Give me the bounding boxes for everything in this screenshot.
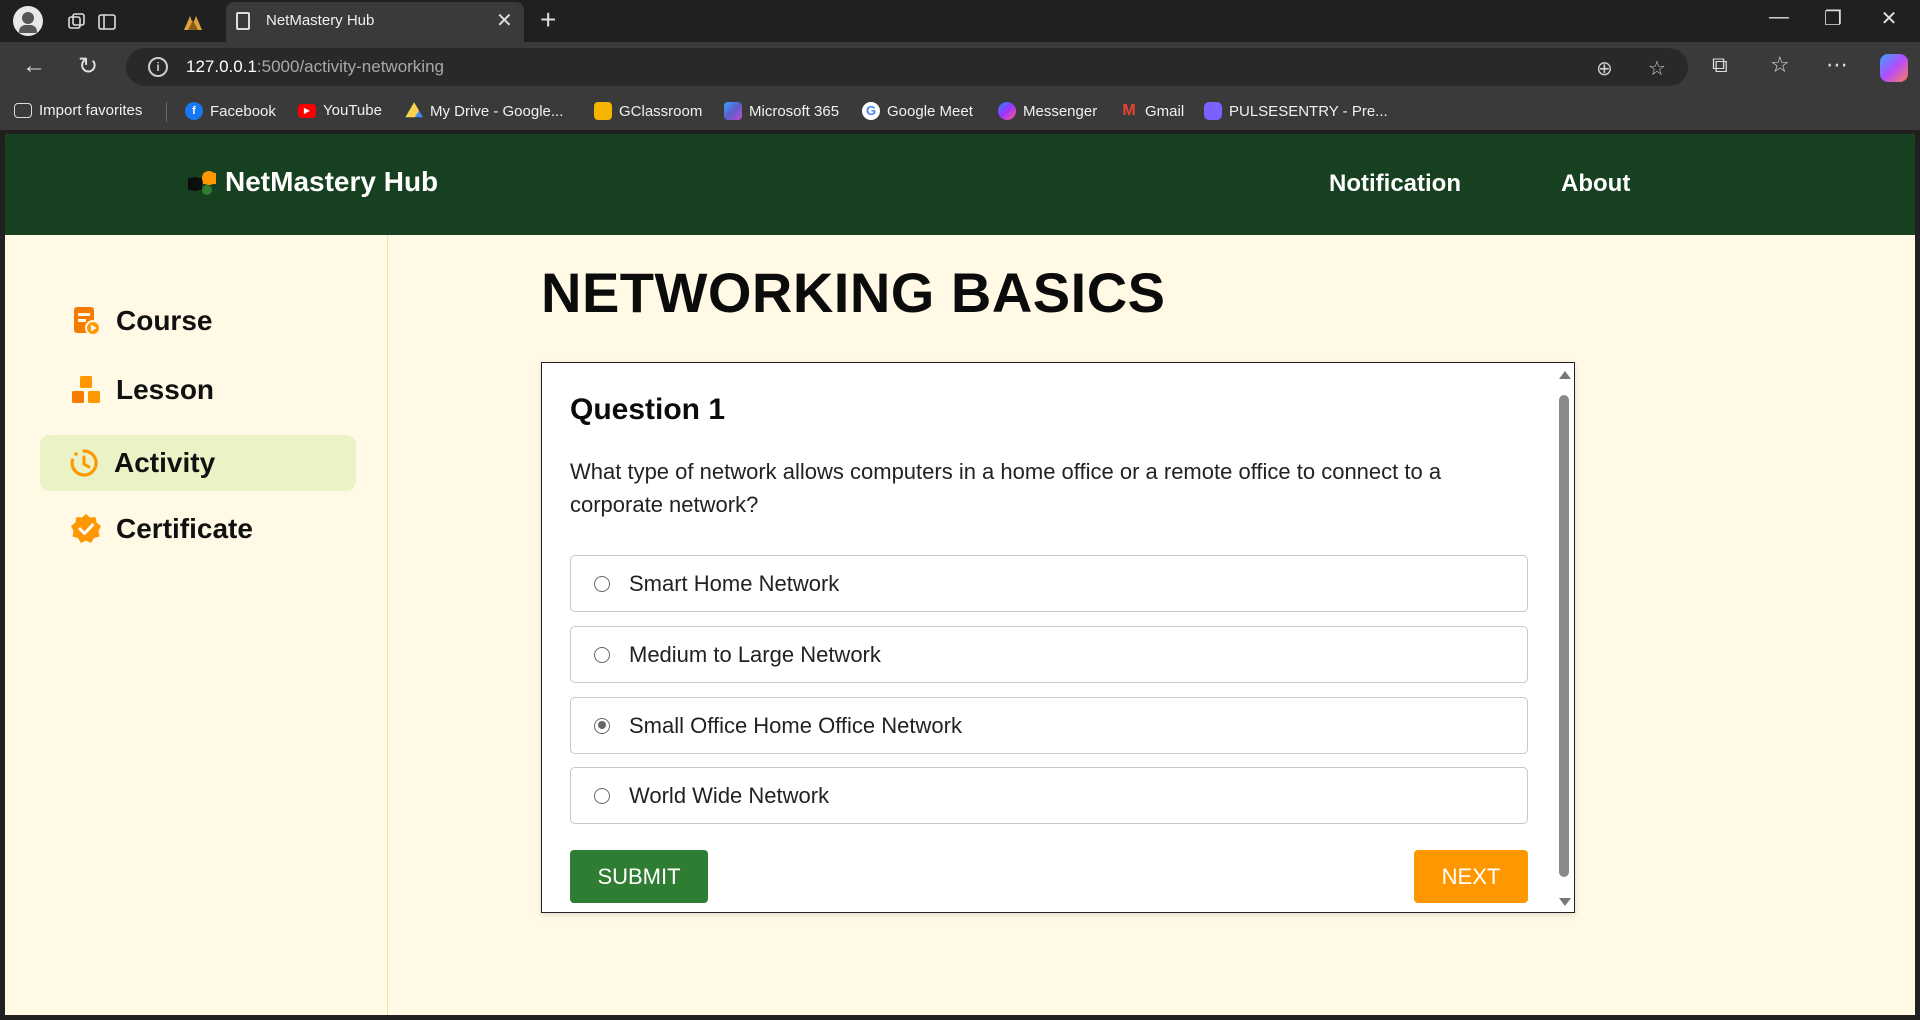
- google-drive-icon: [405, 102, 423, 118]
- back-icon[interactable]: ←: [22, 52, 46, 80]
- site-header: NetMastery Hub Notification About: [5, 134, 1915, 235]
- page-title: NETWORKING BASICS: [541, 261, 1166, 324]
- sidebar-item-certificate[interactable]: Certificate: [40, 501, 356, 557]
- messenger-icon: [998, 102, 1016, 120]
- option-soho-network[interactable]: Small Office Home Office Network: [570, 697, 1528, 754]
- radio-button[interactable]: [594, 646, 610, 663]
- web-page: NetMastery Hub Notification About Course…: [5, 134, 1915, 1015]
- radio-button-selected[interactable]: [594, 717, 610, 734]
- question-text: What type of network allows computers in…: [570, 459, 1442, 517]
- bookmarks-divider: [166, 102, 167, 122]
- quiz-scrollbar[interactable]: [1557, 369, 1571, 908]
- microsoft-365-icon: [724, 102, 742, 120]
- logo-puzzle-icon: [188, 171, 216, 195]
- bookmark-messenger[interactable]: Messenger: [998, 102, 1097, 120]
- submit-button[interactable]: SUBMIT: [570, 850, 708, 903]
- workspaces-icon[interactable]: [64, 9, 90, 35]
- scroll-thumb[interactable]: [1559, 395, 1569, 877]
- sidebar-label-certificate: Certificate: [116, 513, 253, 544]
- classroom-icon: [594, 102, 612, 120]
- site-logo-text[interactable]: NetMastery Hub: [225, 166, 438, 198]
- bookmark-gclassroom[interactable]: GClassroom: [594, 102, 702, 120]
- tab-title: NetMastery Hub: [266, 12, 375, 29]
- google-icon: G: [862, 102, 880, 120]
- favorites-icon[interactable]: ☆: [1770, 52, 1790, 78]
- gmail-icon: M: [1122, 102, 1136, 119]
- lesson-icon: [72, 376, 100, 403]
- sidebar-item-course[interactable]: Course: [40, 293, 356, 349]
- browser-tab-bar: NetMastery Hub ✕ + — ❐ ✕: [0, 0, 1920, 42]
- window-close-icon[interactable]: ✕: [1874, 6, 1904, 31]
- option-label: Small Office Home Office Network: [629, 712, 962, 738]
- bookmark-google-drive[interactable]: My Drive - Google...: [405, 102, 563, 120]
- course-icon: [74, 307, 101, 336]
- refresh-icon[interactable]: ↻: [78, 52, 98, 81]
- bookmark-facebook[interactable]: f Facebook: [185, 102, 276, 120]
- bookmark-gmail[interactable]: M Gmail: [1120, 102, 1184, 120]
- zoom-icon[interactable]: ⊕: [1596, 56, 1613, 81]
- profile-avatar-icon[interactable]: [13, 6, 43, 36]
- option-medium-to-large-network[interactable]: Medium to Large Network: [570, 626, 1528, 683]
- scroll-down-arrow-icon[interactable]: [1559, 898, 1571, 906]
- extensions-icon[interactable]: ⧉: [1712, 52, 1728, 78]
- pinned-tab-icon[interactable]: [180, 9, 206, 35]
- page-icon: [236, 12, 250, 30]
- quiz-card: Question 1 What type of network allows c…: [541, 362, 1575, 913]
- sidebar-label-lesson: Lesson: [116, 374, 215, 405]
- question-title: Question 1: [570, 393, 726, 426]
- option-label: Medium to Large Network: [629, 641, 881, 667]
- option-world-wide-network[interactable]: World Wide Network: [570, 767, 1528, 824]
- tab-close-icon[interactable]: ✕: [496, 8, 513, 33]
- facebook-icon: f: [185, 102, 203, 120]
- sidebar-item-lesson[interactable]: Lesson: [40, 362, 356, 418]
- bookmark-microsoft-365[interactable]: Microsoft 365: [724, 102, 839, 120]
- sidebar-label-course: Course: [116, 305, 213, 336]
- sidebar-label-activity: Activity: [114, 447, 216, 478]
- nav-about[interactable]: About: [1561, 170, 1630, 198]
- next-button[interactable]: NEXT: [1414, 850, 1528, 903]
- import-icon: [14, 103, 32, 118]
- new-tab-icon[interactable]: +: [540, 4, 556, 36]
- sidebar: Course Lesson Activity Certificate: [5, 235, 388, 1015]
- url-text[interactable]: 127.0.0.1:5000/activity-networking: [186, 57, 444, 77]
- copilot-icon[interactable]: [1880, 54, 1908, 82]
- certificate-icon: [71, 514, 101, 543]
- bookmark-import-favorites[interactable]: Import favorites: [14, 102, 142, 119]
- restore-icon[interactable]: ❐: [1818, 6, 1848, 31]
- bookmarks-bar: Import favorites f Facebook ▶ YouTube My D…: [0, 94, 1920, 130]
- minimize-icon[interactable]: —: [1764, 6, 1794, 29]
- bookmark-google-meet[interactable]: G Google Meet: [862, 102, 973, 120]
- scroll-up-arrow-icon[interactable]: [1559, 371, 1571, 379]
- radio-button[interactable]: [594, 787, 610, 804]
- activity-icon: [70, 449, 98, 477]
- more-menu-icon[interactable]: ⋯: [1826, 52, 1848, 78]
- tab-actions-icon[interactable]: [94, 9, 120, 35]
- bookmark-pulsesentry[interactable]: PULSESENTRY - Pre...: [1204, 102, 1388, 120]
- pulsesentry-icon: [1204, 102, 1222, 120]
- address-bar: ← ↻ i 127.0.0.1:5000/activity-networking…: [0, 42, 1920, 94]
- option-smart-home-network[interactable]: Smart Home Network: [570, 555, 1528, 612]
- youtube-icon: ▶: [298, 103, 316, 118]
- radio-button[interactable]: [594, 575, 610, 592]
- option-label: Smart Home Network: [629, 570, 840, 596]
- nav-notification[interactable]: Notification: [1329, 170, 1461, 198]
- site-info-icon[interactable]: i: [148, 57, 168, 77]
- url-field[interactable]: i 127.0.0.1:5000/activity-networking ⊕ ☆: [126, 48, 1688, 86]
- bookmark-youtube[interactable]: ▶ YouTube: [298, 102, 382, 119]
- sidebar-item-activity[interactable]: Activity: [40, 435, 356, 491]
- option-label: World Wide Network: [629, 782, 830, 808]
- favorite-star-icon[interactable]: ☆: [1648, 56, 1666, 81]
